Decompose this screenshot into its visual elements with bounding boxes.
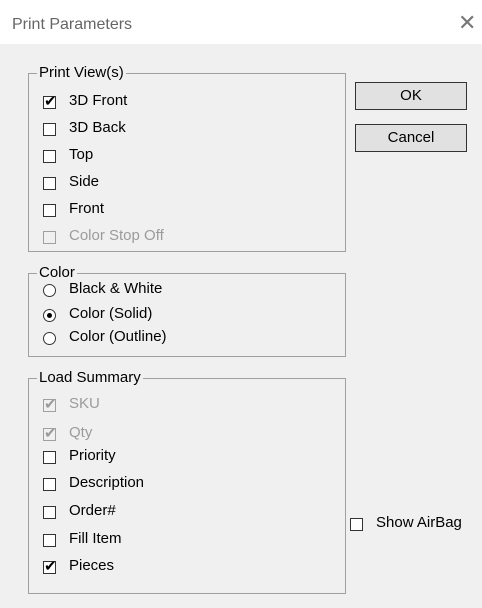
checkbox-label: Side	[69, 173, 100, 190]
checkbox-box[interactable]	[43, 150, 56, 163]
checkbox-box[interactable]	[350, 518, 363, 531]
ok-button[interactable]: OK	[355, 82, 467, 110]
checkbox-box[interactable]	[43, 451, 56, 464]
checkbox-label: Show AirBag	[376, 514, 462, 531]
checkbox-box: ✔	[43, 396, 57, 413]
checkbox-label: Priority	[69, 447, 116, 464]
color-group: Color Black & White Color (Solid) Color …	[28, 264, 346, 357]
checkbox-box[interactable]	[43, 506, 56, 519]
check-mark-icon: ✔	[44, 93, 57, 110]
title-bar: Print Parameters ✕	[0, 0, 482, 44]
check-mark-icon: ✔	[44, 558, 57, 575]
checkbox-box[interactable]	[43, 123, 56, 136]
radio-dot-icon	[47, 313, 52, 318]
checkbox-label: Description	[69, 474, 145, 491]
check-mark-icon: ✔	[44, 425, 57, 442]
radio-circle[interactable]	[43, 284, 56, 297]
checkbox-label: 3D Back	[69, 119, 126, 136]
checkbox-box[interactable]	[43, 478, 56, 491]
checkbox-label: Pieces	[69, 557, 115, 574]
radio-label: Color (Solid)	[69, 305, 153, 322]
checkbox-label: Top	[69, 146, 94, 163]
print-views-group: Print View(s) ✔ 3D Front 3D Back Top Sid…	[28, 64, 346, 252]
checkbox-label: Color Stop Off	[69, 227, 164, 244]
checkbox-box[interactable]	[43, 177, 56, 190]
checkbox-label: Order#	[69, 502, 116, 519]
radio-circle[interactable]	[43, 332, 56, 345]
radio-label: Color (Outline)	[69, 328, 167, 345]
checkbox-label: 3D Front	[69, 92, 128, 109]
radio-circle[interactable]	[43, 309, 56, 322]
load-summary-legend: Load Summary	[37, 369, 143, 387]
check-mark-icon: ✔	[44, 396, 57, 413]
checkbox-box	[43, 231, 56, 244]
close-icon[interactable]: ✕	[458, 12, 476, 34]
checkbox-label: Fill Item	[69, 530, 122, 547]
checkbox-box[interactable]	[43, 534, 56, 547]
checkbox-box[interactable]: ✔	[43, 93, 57, 110]
radio-label: Black & White	[69, 280, 163, 297]
dialog-body: Print View(s) ✔ 3D Front 3D Back Top Sid…	[0, 44, 482, 608]
window-title: Print Parameters	[12, 16, 133, 33]
print-views-legend: Print View(s)	[37, 64, 126, 82]
checkbox-label: Front	[69, 200, 105, 217]
load-summary-group: Load Summary ✔ SKU ✔ Qty Priority Descri…	[28, 369, 346, 594]
checkbox-box: ✔	[43, 425, 57, 442]
checkbox-label: Qty	[69, 424, 93, 441]
checkbox-box[interactable]: ✔	[43, 558, 57, 575]
checkbox-box[interactable]	[43, 204, 56, 217]
checkbox-label: SKU	[69, 395, 100, 412]
cancel-button[interactable]: Cancel	[355, 124, 467, 152]
